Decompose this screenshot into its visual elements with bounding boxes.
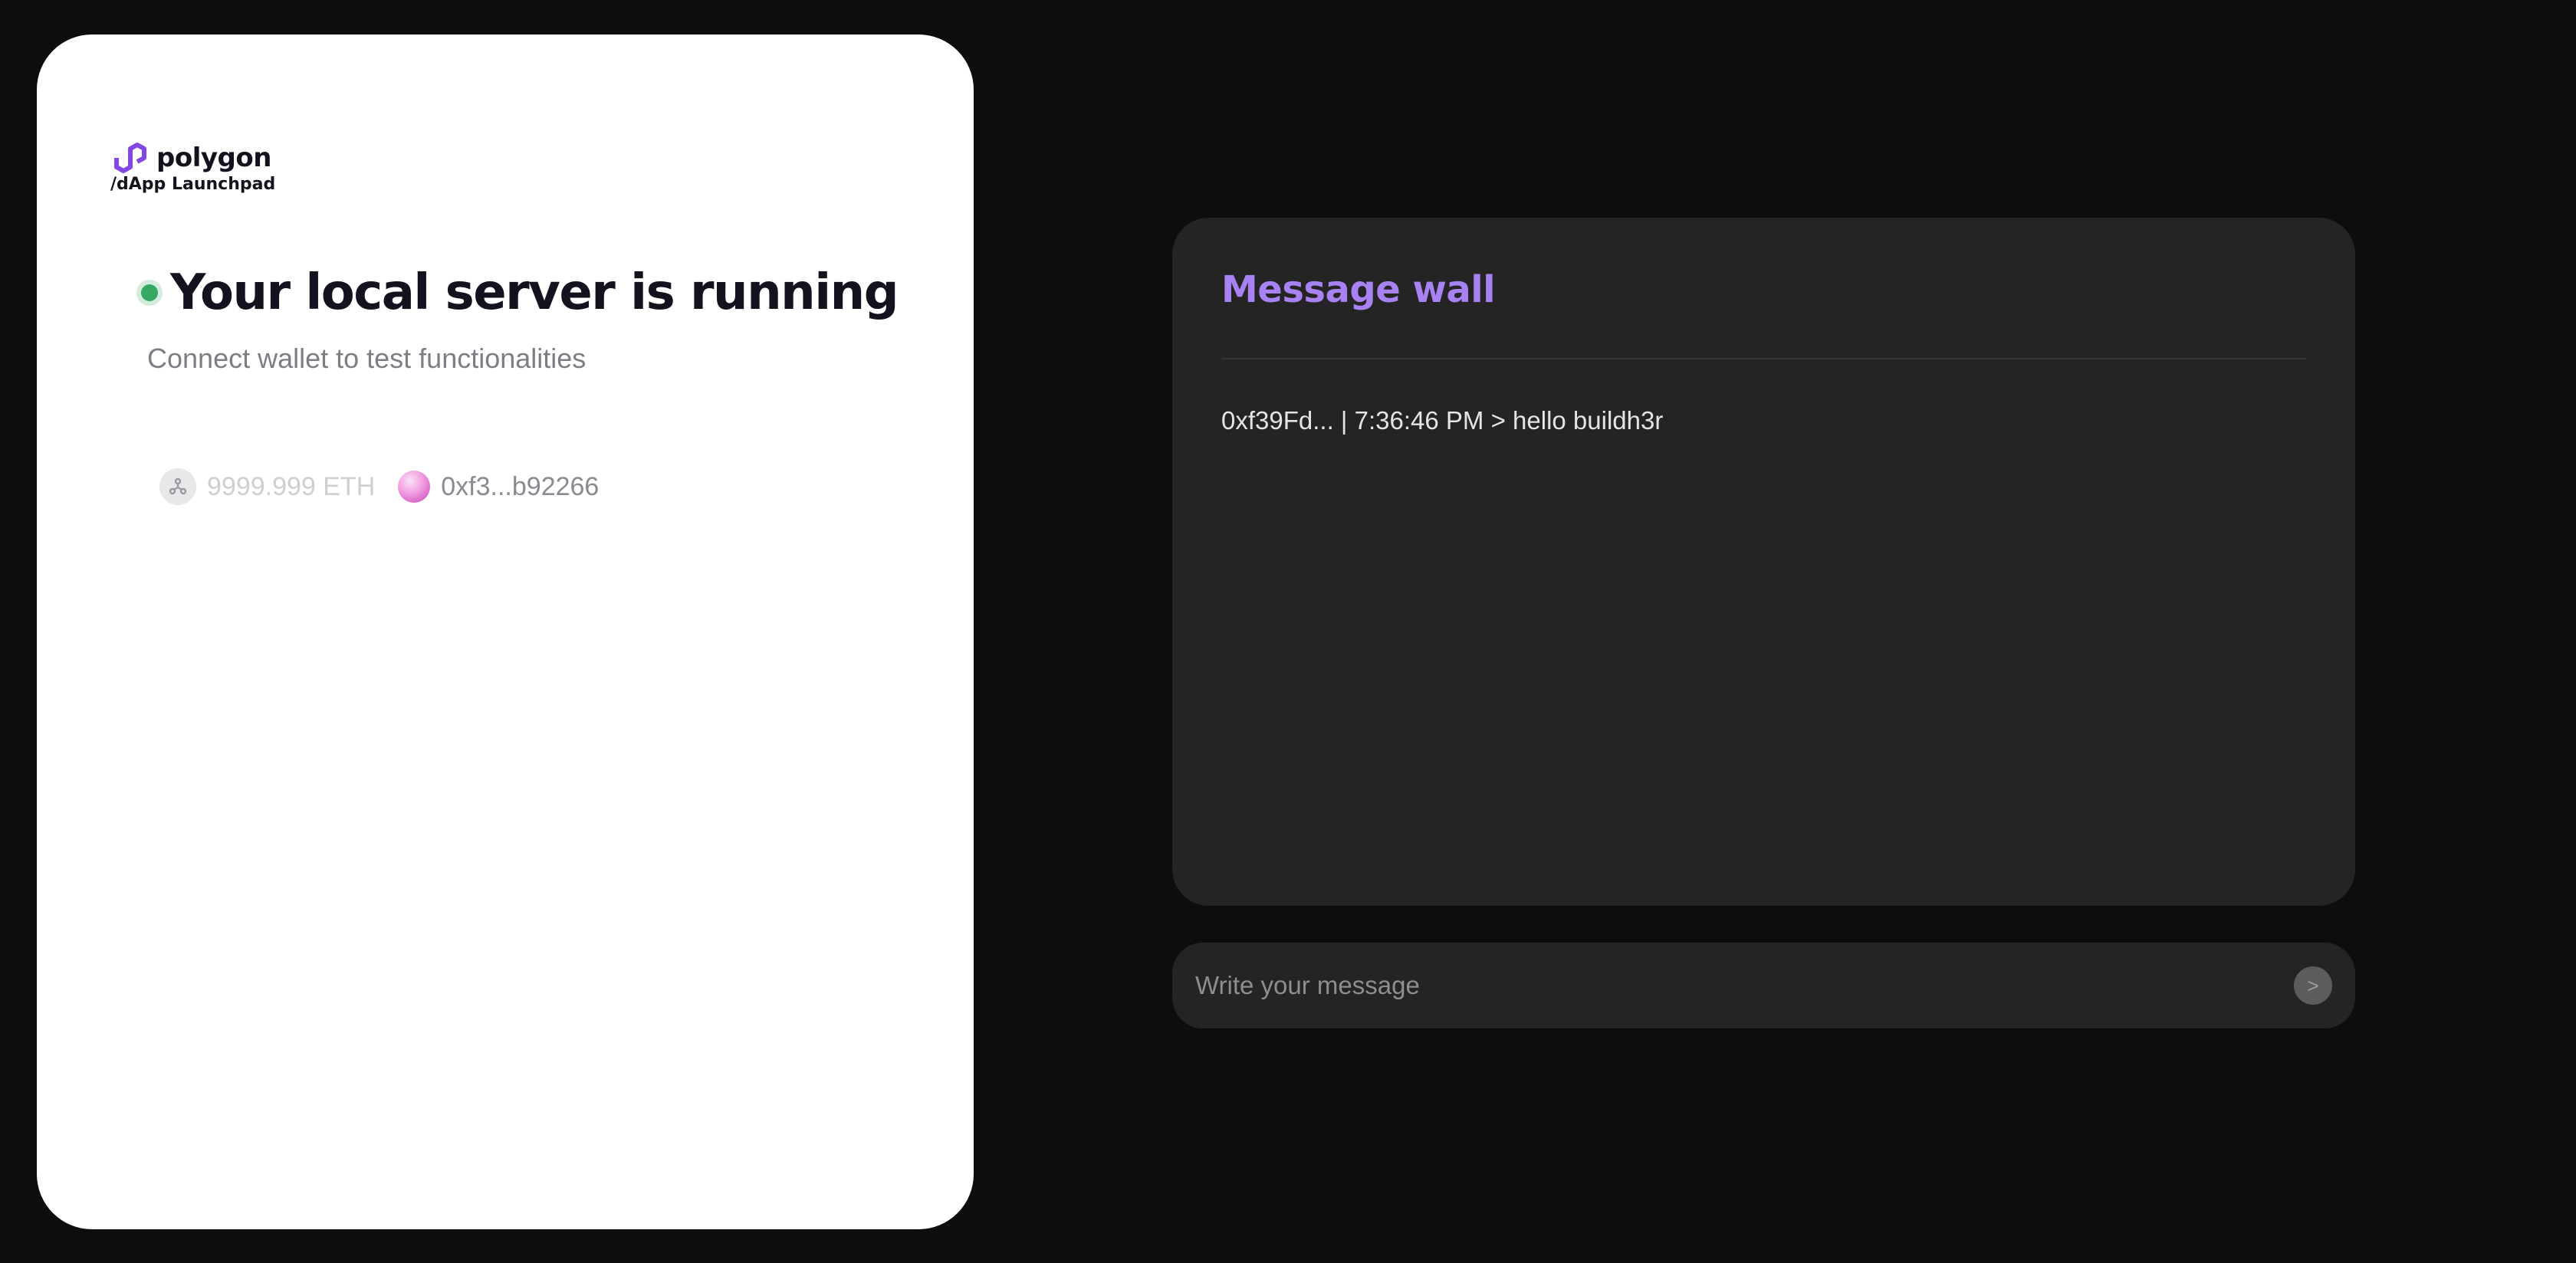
- divider: [1221, 358, 2306, 359]
- brand-subtitle: /dApp Launchpad: [110, 175, 276, 194]
- message-wall: Message wall 0xf39Fd... | 7:36:46 PM > h…: [1172, 218, 2355, 906]
- server-status: Your local server is running: [141, 264, 899, 321]
- wallet-avatar-icon: [398, 471, 431, 503]
- polygon-logo-icon: [110, 141, 152, 175]
- status-subtitle: Connect wallet to test functionalities: [147, 343, 586, 374]
- brand: polygon /dApp Launchpad: [110, 141, 275, 194]
- eth-balance: 9999.999 ETH: [207, 471, 376, 501]
- message-wall-title: Message wall: [1221, 268, 1496, 311]
- launchpad-card: polygon /dApp Launchpad Your local serve…: [37, 34, 974, 1229]
- brand-row: polygon: [110, 141, 275, 175]
- wallet-address[interactable]: 0xf3...b92266: [441, 472, 599, 502]
- brand-name: polygon: [156, 143, 271, 173]
- send-button[interactable]: >: [2294, 966, 2332, 1005]
- message-input[interactable]: [1195, 943, 2269, 1028]
- status-indicator: [141, 284, 158, 301]
- page-title: Your local server is running: [170, 264, 899, 321]
- wallet-info[interactable]: 9999.999 ETH 0xf3...b92266: [159, 468, 599, 505]
- message-composer: >: [1172, 943, 2355, 1028]
- network-icon: [159, 468, 196, 505]
- message-item: 0xf39Fd... | 7:36:46 PM > hello buildh3r: [1221, 406, 1664, 435]
